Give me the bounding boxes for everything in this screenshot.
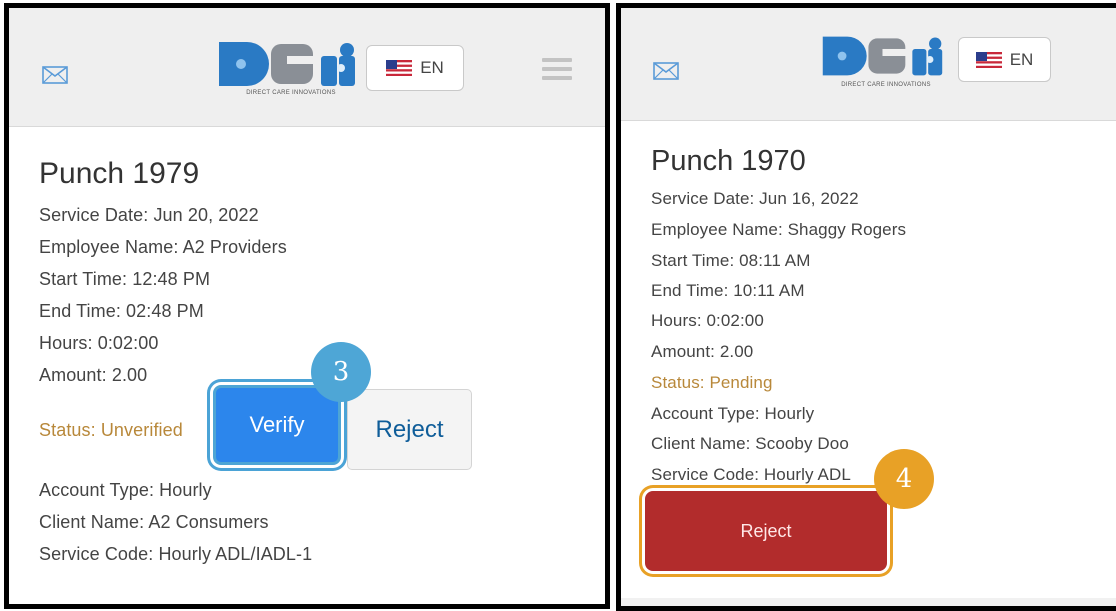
hamburger-menu-icon[interactable] [542,58,572,80]
step-badge-4: 4 [874,449,934,509]
us-flag-icon [975,51,1002,68]
envelope-icon[interactable] [42,66,68,84]
end-time: End Time: 02:48 PM [39,301,204,321]
start-time: Start Time: 12:48 PM [39,269,211,289]
employee-name: Employee Name: Shaggy Rogers [651,220,907,239]
language-label: EN [1009,49,1034,69]
amount: Amount: 2.00 [39,365,148,385]
us-flag-icon [386,60,413,76]
punch-detail-panel-left: DIRECT CARE INNOVATIONS EN Punch 1979 Se… [4,3,610,609]
service-code: Service Code: Hourly ADL/IADL-1 [39,544,313,564]
language-selector[interactable]: EN [366,45,464,91]
app-header: DIRECT CARE INNOVATIONS EN [621,8,1116,121]
punch-detail-panel-right: DIRECT CARE INNOVATIONS EN Punch 1970 Se… [616,3,1116,611]
account-type: Account Type: Hourly [651,404,815,423]
punch-title: Punch 1970 [651,145,806,177]
verify-button[interactable]: Verify [213,385,341,465]
logo-tagline: DIRECT CARE INNOVATIONS [841,82,931,88]
language-label: EN [420,58,444,77]
reject-button[interactable]: Reject [347,389,472,470]
employee-name: Employee Name: A2 Providers [39,237,287,257]
service-code: Service Code: Hourly ADL [651,465,851,484]
language-selector[interactable]: EN [958,37,1051,82]
dci-logo: DIRECT CARE INNOVATIONS [217,38,365,100]
client-name: Client Name: A2 Consumers [39,512,269,532]
reject-button[interactable]: Reject [645,491,887,571]
envelope-icon[interactable] [653,62,679,80]
amount: Amount: 2.00 [651,342,754,361]
service-date: Service Date: Jun 20, 2022 [39,205,259,225]
hours: Hours: 0:02:00 [39,333,159,353]
status-unverified: Status: Unverified [39,420,183,440]
hours: Hours: 0:02:00 [651,311,764,330]
logo-tagline: DIRECT CARE INNOVATIONS [246,90,336,96]
end-time: End Time: 10:11 AM [651,281,805,300]
service-date: Service Date: Jun 16, 2022 [651,189,859,208]
app-header: DIRECT CARE INNOVATIONS EN [9,8,605,127]
account-type: Account Type: Hourly [39,480,212,500]
footer-bar [621,598,1116,606]
status-pending: Status: Pending [651,373,773,392]
step-badge-3: 3 [311,342,371,402]
start-time: Start Time: 08:11 AM [651,251,811,270]
dci-logo: DIRECT CARE INNOVATIONS [821,30,951,92]
client-name: Client Name: Scooby Doo [651,434,849,453]
punch-title: Punch 1979 [39,157,200,190]
